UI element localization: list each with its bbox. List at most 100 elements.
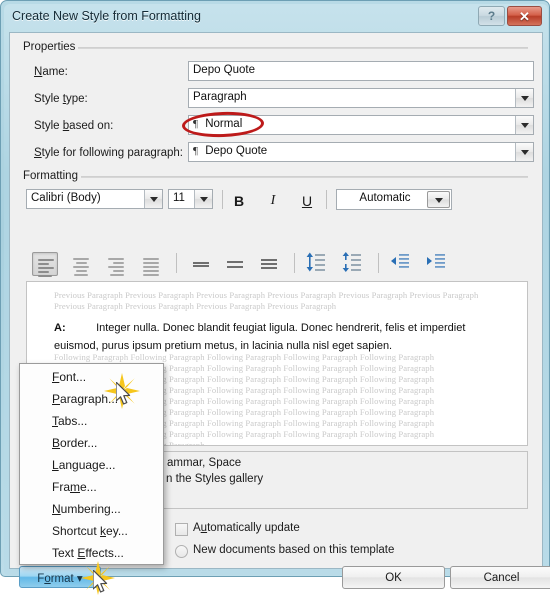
increase-paragraph-spacing-icon: [306, 252, 325, 272]
font-color-combo[interactable]: Automatic: [336, 189, 452, 210]
decrease-paragraph-spacing-button[interactable]: [340, 250, 366, 274]
menu-item-shortcut-key[interactable]: Shortcut key...: [20, 520, 163, 544]
line-spacing-1-5-button[interactable]: [222, 252, 248, 276]
help-button[interactable]: ?: [478, 6, 505, 26]
dialog-frame: Create New Style from Formatting ? ✕ Pro…: [4, 4, 550, 595]
close-icon: ✕: [519, 9, 530, 24]
description-line-2: n the Styles gallery: [166, 473, 264, 485]
decrease-indent-button[interactable]: [388, 251, 414, 275]
line-spacing-double-icon: [260, 256, 278, 272]
chevron-down-icon[interactable]: [144, 190, 162, 208]
align-justify-icon: [143, 258, 159, 278]
new-documents-label: New documents based on this template: [193, 544, 395, 556]
menu-item-frame-label: Frame...: [52, 480, 97, 494]
cancel-button[interactable]: Cancel: [450, 566, 550, 589]
toolbar-separator: [326, 190, 327, 209]
dialog-window: Create New Style from Formatting ? ✕ Pro…: [0, 0, 550, 595]
pilcrow-icon: ¶: [193, 118, 198, 130]
italic-icon: I: [270, 193, 276, 208]
close-button[interactable]: ✕: [507, 6, 542, 26]
title-bar[interactable]: Create New Style from Formatting ? ✕: [4, 4, 548, 30]
style-based-on-value: Normal: [205, 118, 243, 130]
font-family-combo[interactable]: Calibri (Body): [26, 189, 163, 209]
chevron-down-icon[interactable]: [427, 191, 450, 208]
automatically-update-label: Automatically update: [193, 522, 300, 534]
font-size-combo[interactable]: 11: [168, 189, 213, 209]
menu-item-numbering[interactable]: Numbering...: [20, 498, 163, 522]
align-justify-button[interactable]: [138, 252, 164, 276]
preview-sample: A: Integer nulla. Donec blandit feugiat …: [54, 318, 512, 354]
menu-item-paragraph[interactable]: Paragraph...: [20, 388, 163, 412]
bold-icon: B: [233, 193, 245, 209]
description-line-1: ammar, Space: [167, 457, 242, 469]
menu-item-tabs[interactable]: Tabs...: [20, 410, 163, 434]
format-button-label: Format ▾: [37, 573, 83, 585]
style-following-label: Style for following paragraph:: [34, 147, 183, 159]
name-label: Name:: [34, 66, 68, 78]
line-spacing-double-button[interactable]: [256, 252, 282, 276]
decrease-paragraph-spacing-icon: [342, 252, 361, 272]
menu-item-border[interactable]: Border...: [20, 432, 163, 456]
font-size-value: 11: [173, 192, 185, 204]
ok-button[interactable]: OK: [342, 566, 445, 589]
align-left-button[interactable]: [32, 252, 58, 279]
preview-sample-text: Integer nulla. Donec blandit feugiat lig…: [54, 322, 466, 352]
style-based-on-label: Style based on:: [34, 120, 114, 132]
align-center-button[interactable]: [68, 252, 94, 276]
preview-following-line: Following Paragraph Following Paragraph …: [54, 352, 435, 362]
increase-paragraph-spacing-button[interactable]: [304, 250, 330, 274]
automatically-update-checkbox[interactable]: [175, 523, 188, 536]
preview-sample-label: A:: [54, 322, 66, 334]
font-color-value: Automatic: [359, 192, 411, 204]
menu-item-paragraph-label: Paragraph...: [52, 392, 119, 406]
help-icon: ?: [487, 9, 496, 23]
align-right-icon: [108, 258, 124, 278]
align-right-button[interactable]: [103, 252, 129, 276]
toolbar-separator: [176, 253, 177, 273]
style-type-label: Style type:: [34, 93, 88, 105]
style-based-on-combo[interactable]: ¶ Normal: [188, 115, 534, 135]
menu-item-font-label: Font...: [52, 370, 87, 384]
increase-indent-button[interactable]: [424, 251, 450, 275]
pilcrow-icon: ¶: [193, 145, 198, 157]
menu-item-language[interactable]: Language...: [20, 454, 163, 478]
decrease-indent-icon: [391, 254, 409, 268]
chevron-down-icon[interactable]: [515, 143, 533, 161]
menu-item-numbering-label: Numbering...: [52, 502, 121, 516]
formatting-group-label: Formatting: [20, 170, 81, 182]
preview-previous-paragraph: Previous Paragraph Previous Paragraph Pr…: [54, 290, 479, 311]
menu-item-language-label: Language...: [52, 458, 116, 472]
menu-item-frame[interactable]: Frame...: [20, 476, 163, 500]
style-type-value: Paragraph: [193, 91, 247, 103]
new-documents-radio[interactable]: [175, 545, 188, 558]
align-center-icon: [73, 258, 89, 278]
properties-group-label: Properties: [20, 41, 79, 53]
cancel-button-label: Cancel: [483, 571, 520, 584]
properties-group-rule: [76, 47, 528, 49]
chevron-down-icon[interactable]: [515, 89, 533, 107]
style-type-combo[interactable]: Paragraph: [188, 88, 534, 108]
formatting-group-rule: [80, 176, 528, 178]
chevron-down-icon[interactable]: [194, 190, 212, 208]
style-following-combo[interactable]: ¶ Depo Quote: [188, 142, 534, 162]
format-menu[interactable]: Font... Paragraph... Tabs... Border... L…: [19, 363, 164, 565]
bold-button[interactable]: B: [226, 190, 252, 214]
align-left-icon: [38, 259, 54, 279]
line-spacing-1-5-icon: [226, 256, 244, 272]
name-input[interactable]: Depo Quote: [188, 61, 534, 81]
menu-item-text-effects[interactable]: Text Effects...: [20, 542, 163, 566]
menu-item-tabs-label: Tabs...: [52, 414, 88, 428]
underline-icon: U: [301, 193, 313, 209]
chevron-down-icon[interactable]: [515, 116, 533, 134]
style-following-value: Depo Quote: [205, 145, 268, 157]
chevron-down-icon: ▾: [76, 573, 83, 585]
format-button[interactable]: Format ▾: [19, 566, 101, 588]
italic-button[interactable]: I: [260, 190, 286, 214]
toolbar-separator: [294, 253, 295, 273]
ok-button-label: OK: [385, 571, 402, 584]
toolbar-separator: [378, 253, 379, 273]
underline-button[interactable]: U: [294, 190, 320, 214]
line-spacing-single-button[interactable]: [188, 252, 214, 276]
menu-item-border-label: Border...: [52, 436, 98, 450]
menu-item-font[interactable]: Font...: [20, 366, 163, 390]
